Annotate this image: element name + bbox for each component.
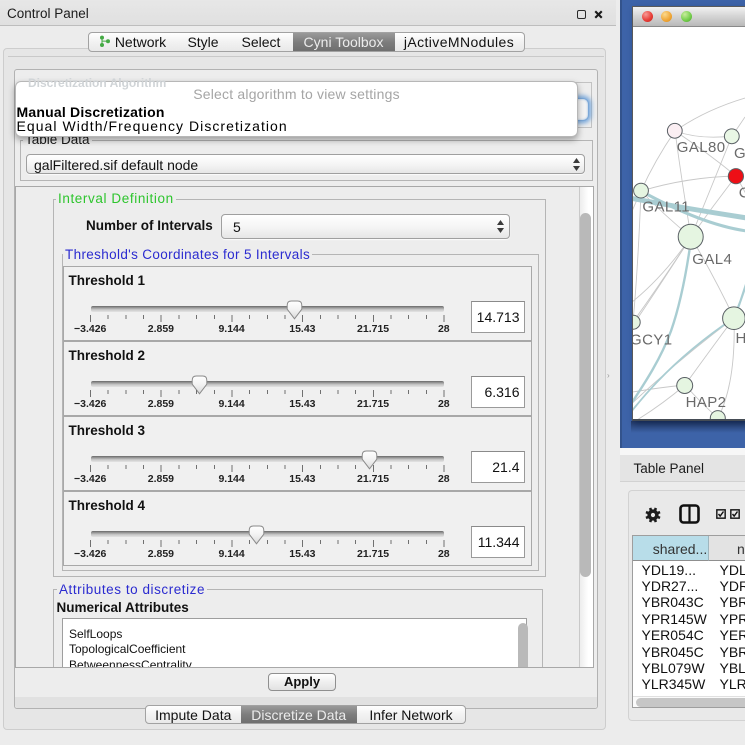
svg-text:C: C bbox=[739, 184, 745, 201]
svg-text:GA: GA bbox=[734, 145, 745, 162]
svg-text:H: H bbox=[736, 329, 745, 346]
svg-text:GCY1: GCY1 bbox=[633, 331, 672, 348]
svg-text:GAL11: GAL11 bbox=[642, 198, 690, 215]
svg-text:HAP2: HAP2 bbox=[686, 393, 727, 410]
svg-text:GAL80: GAL80 bbox=[677, 139, 726, 156]
svg-text:GAL4: GAL4 bbox=[692, 250, 732, 267]
